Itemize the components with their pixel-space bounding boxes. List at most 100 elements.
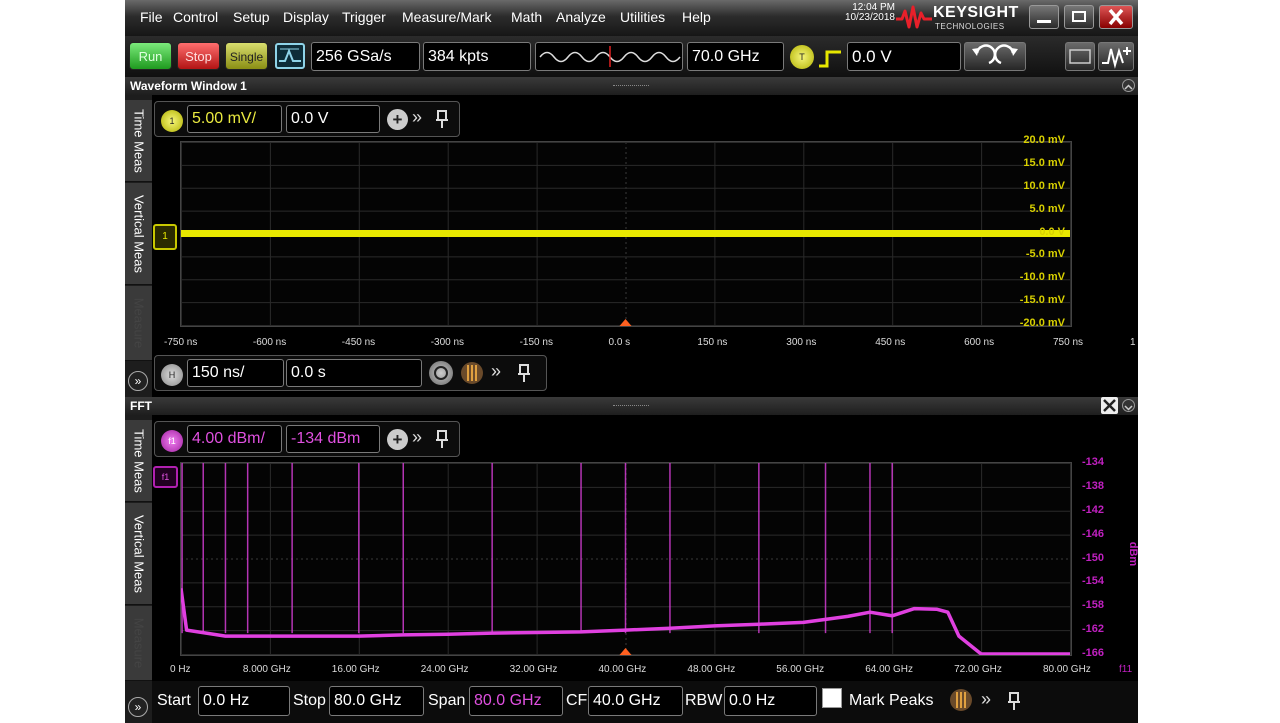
time-scale-field[interactable]: 150 ns/ bbox=[187, 359, 284, 387]
stop-frequency-field[interactable]: 80.0 GHz bbox=[329, 686, 424, 716]
fft-controls-more-chevron-icon[interactable]: » bbox=[981, 689, 991, 710]
horizontal-pin-icon[interactable] bbox=[517, 363, 531, 383]
pin-icon[interactable] bbox=[435, 109, 449, 129]
menu-trigger[interactable]: Trigger bbox=[342, 9, 386, 25]
oscilloscope-app: File Control Setup Display Trigger Measu… bbox=[125, 0, 1138, 723]
trigger-source-badge[interactable]: T bbox=[790, 45, 814, 69]
waveform-x-tick-label: -300 ns bbox=[430, 337, 465, 348]
fft-tab-time-meas[interactable]: Time Meas bbox=[125, 420, 152, 502]
bandwidth-field[interactable]: 70.0 GHz bbox=[687, 42, 784, 71]
add-measurement-button[interactable]: + bbox=[387, 109, 408, 130]
fft-settings-knob-icon[interactable] bbox=[949, 688, 973, 712]
zoom-button[interactable] bbox=[429, 361, 453, 385]
trigger-level-field[interactable]: 0.0 V bbox=[847, 42, 961, 71]
menu-file[interactable]: File bbox=[140, 9, 163, 25]
start-label: Start bbox=[157, 692, 191, 709]
tab-time-meas[interactable]: Time Meas bbox=[125, 100, 152, 182]
menu-measure-mark[interactable]: Measure/Mark bbox=[402, 9, 491, 25]
fft-collapse-button[interactable] bbox=[1122, 399, 1135, 412]
rising-edge-icon[interactable] bbox=[817, 48, 843, 70]
clock-date: 10/23/2018 bbox=[844, 12, 895, 23]
waveform-y-tick-label: 20.0 mV bbox=[1023, 134, 1065, 146]
fft-x-tick-label: 72.00 GHz bbox=[954, 664, 1002, 675]
channel1-badge[interactable]: 1 bbox=[161, 110, 183, 132]
close-button[interactable] bbox=[1099, 5, 1133, 29]
fft-tab-vertical-meas[interactable]: Vertical Meas bbox=[125, 503, 152, 605]
horizontal-badge[interactable]: H bbox=[161, 364, 183, 386]
waveform-y-tick-label: -20.0 mV bbox=[1019, 317, 1065, 329]
restore-icon bbox=[1072, 11, 1086, 22]
single-button[interactable]: Single bbox=[225, 42, 268, 70]
chevron-up-icon bbox=[1124, 84, 1133, 90]
minimize-button[interactable] bbox=[1029, 5, 1059, 29]
waveform-x-tick-label: 0.0 s bbox=[608, 337, 631, 348]
menu-setup[interactable]: Setup bbox=[233, 9, 270, 25]
fft-tab-measure[interactable]: Measure bbox=[125, 606, 152, 681]
tab-vertical-meas[interactable]: Vertical Meas bbox=[125, 183, 152, 285]
fft-window-title: FFT bbox=[130, 399, 152, 413]
waveform-marker-button[interactable] bbox=[1098, 42, 1134, 71]
more-chevron-icon[interactable]: » bbox=[412, 107, 422, 128]
menu-display[interactable]: Display bbox=[283, 9, 329, 25]
waveform-y-tick-label: -10.0 mV bbox=[1019, 271, 1065, 284]
memory-depth-field[interactable]: 384 kpts bbox=[423, 42, 531, 71]
rbw-field[interactable]: 0.0 Hz bbox=[724, 686, 817, 716]
fft-add-measurement-button[interactable]: + bbox=[387, 429, 408, 450]
menu-help[interactable]: Help bbox=[682, 9, 711, 25]
waveform-plot[interactable] bbox=[180, 141, 1072, 327]
mark-peaks-checkbox[interactable] bbox=[822, 688, 842, 708]
horizontal-more-chevron-icon[interactable]: » bbox=[491, 361, 501, 382]
fft-side-expand-button[interactable]: » bbox=[128, 697, 148, 717]
vertical-offset-field[interactable]: 0.0 V bbox=[286, 105, 380, 133]
start-frequency-field[interactable]: 0.0 Hz bbox=[198, 686, 290, 716]
menu-analyze[interactable]: Analyze bbox=[556, 9, 606, 25]
span-frequency-field[interactable]: 80.0 GHz bbox=[469, 686, 563, 716]
acquisition-mode-field[interactable] bbox=[535, 42, 683, 71]
autoscale-button[interactable] bbox=[275, 43, 305, 69]
sample-rate-field[interactable]: 256 GSa/s bbox=[311, 42, 420, 71]
fft-vertical-offset-field[interactable]: -134 dBm bbox=[286, 425, 380, 453]
fft-trace-marker[interactable]: f1 bbox=[153, 466, 178, 488]
fft-right-edge-label: f11 bbox=[1119, 664, 1133, 675]
run-button[interactable]: Run bbox=[129, 42, 172, 70]
fft-x-tick-label: 80.00 GHz bbox=[1043, 664, 1091, 675]
waveform-ground-marker[interactable]: 1 bbox=[153, 224, 177, 250]
waveform-x-tick-label: 600 ns bbox=[964, 337, 995, 348]
fft-controls-pin-icon[interactable] bbox=[1007, 691, 1021, 711]
fft-more-chevron-icon[interactable]: » bbox=[412, 427, 422, 448]
time-delay-field[interactable]: 0.0 s bbox=[286, 359, 422, 387]
autoscale-icon bbox=[279, 48, 301, 62]
waveform-y-tick-label: -5.0 mV bbox=[1025, 248, 1065, 261]
restore-button[interactable] bbox=[1064, 5, 1094, 29]
clock: 12:04 PM 10/23/2018 bbox=[820, 3, 895, 23]
fft-vertical-scale-field[interactable]: 4.00 dBm/ bbox=[187, 425, 282, 453]
side-expand-button[interactable]: » bbox=[128, 371, 148, 391]
stop-button[interactable]: Stop bbox=[177, 42, 220, 70]
tab-measure[interactable]: Measure bbox=[125, 286, 152, 361]
window-resize-grip[interactable] bbox=[613, 85, 649, 88]
waveform-x-tick-label: 300 ns bbox=[786, 337, 817, 348]
fft-close-button[interactable] bbox=[1101, 397, 1118, 414]
window-collapse-button[interactable] bbox=[1122, 79, 1135, 92]
vertical-scale-field[interactable]: 5.00 mV/ bbox=[187, 105, 282, 133]
fft-y-tick-label: -158 bbox=[1082, 599, 1105, 612]
fft-plot[interactable] bbox=[179, 439, 1072, 656]
fft-function-badge[interactable]: f1 bbox=[161, 430, 183, 452]
menu-math[interactable]: Math bbox=[511, 9, 542, 25]
fft-resize-grip[interactable] bbox=[613, 405, 649, 408]
waveform-x-tick-label: -150 ns bbox=[519, 337, 553, 348]
fft-y-tick-label: -134 bbox=[1082, 456, 1105, 468]
settings-knob-icon[interactable] bbox=[460, 361, 484, 385]
menu-control[interactable]: Control bbox=[173, 9, 218, 25]
waveform-x-tick-label: -600 ns bbox=[252, 337, 287, 348]
undo-redo-icon bbox=[972, 44, 1018, 65]
fft-pin-icon[interactable] bbox=[435, 429, 449, 449]
waveform-right-edge-label: 1 bbox=[1130, 337, 1136, 348]
fft-x-tick-label: 64.00 GHz bbox=[865, 664, 913, 675]
menu-utilities[interactable]: Utilities bbox=[620, 9, 665, 25]
layout-button[interactable] bbox=[1065, 42, 1095, 71]
center-frequency-field[interactable]: 40.0 GHz bbox=[588, 686, 683, 716]
waveform-y-tick-label: 15.0 mV bbox=[1023, 156, 1065, 169]
fft-x-tick-label: 16.00 GHz bbox=[331, 664, 380, 675]
undo-redo-button[interactable] bbox=[964, 42, 1026, 71]
